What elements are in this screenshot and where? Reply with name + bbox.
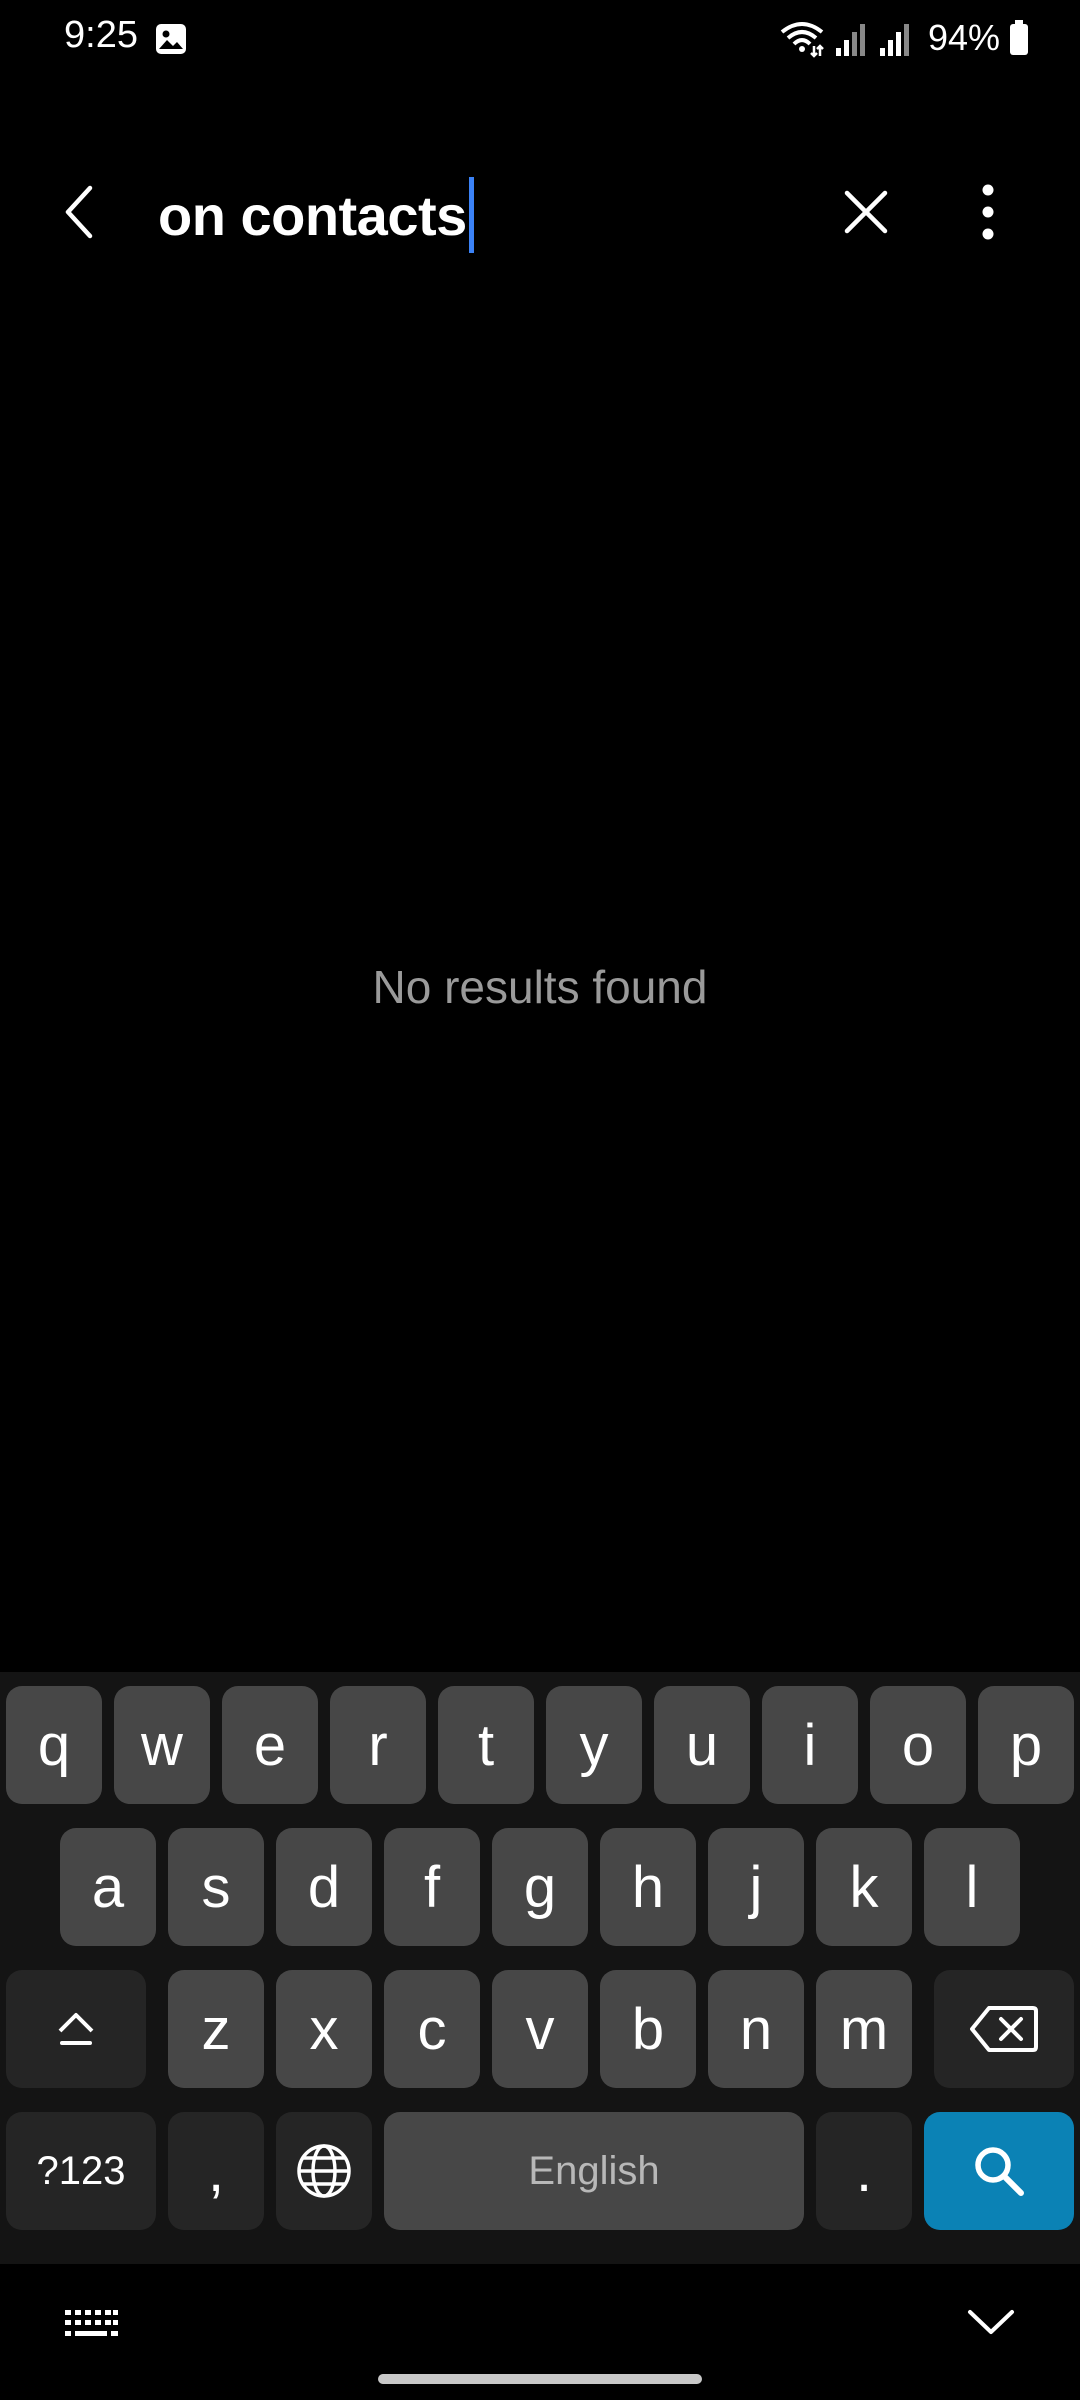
home-indicator[interactable]: [378, 2374, 702, 2384]
key-label: n: [739, 1996, 773, 2062]
key-k[interactable]: k: [816, 1828, 912, 1946]
key-u[interactable]: u: [654, 1686, 750, 1804]
key-l[interactable]: l: [924, 1828, 1020, 1946]
key-r[interactable]: r: [330, 1686, 426, 1804]
key-label: t: [477, 1712, 495, 1778]
key-d[interactable]: d: [276, 1828, 372, 1946]
symbols-label: ?123: [36, 2148, 126, 2193]
key-label: s: [201, 1854, 231, 1920]
wifi-icon: [780, 22, 824, 58]
key-v[interactable]: v: [492, 1970, 588, 2088]
key-label: o: [901, 1712, 935, 1778]
key-label: l: [965, 1854, 979, 1920]
key-e[interactable]: e: [222, 1686, 318, 1804]
key-x[interactable]: x: [276, 1970, 372, 2088]
key-label: f: [423, 1854, 441, 1920]
keyboard-switch-button[interactable]: [56, 2294, 126, 2354]
key-a[interactable]: a: [60, 1828, 156, 1946]
key-label: e: [253, 1712, 287, 1778]
search-icon: [975, 2147, 1024, 2196]
search-input[interactable]: on contacts: [158, 170, 798, 260]
key-s[interactable]: s: [168, 1828, 264, 1946]
key-c[interactable]: c: [384, 1970, 480, 2088]
key-label: b: [631, 1996, 665, 2062]
hide-keyboard-button[interactable]: [956, 2292, 1026, 2352]
key-label: i: [803, 1712, 817, 1778]
gallery-icon: [156, 24, 186, 54]
signal-icon: [835, 24, 865, 56]
key-m[interactable]: m: [816, 1970, 912, 2088]
key-label: a: [91, 1854, 125, 1920]
back-button[interactable]: [40, 172, 120, 252]
key-label: g: [523, 1854, 557, 1920]
key-label: x: [309, 1996, 339, 2062]
text-caret: [468, 177, 474, 253]
key-label: v: [525, 1996, 555, 2062]
more-vert-icon: [982, 184, 994, 240]
key-label: z: [201, 1996, 231, 2062]
close-icon: [844, 190, 888, 234]
status-time: 9:25: [64, 14, 138, 56]
chevron-down-icon: [968, 2310, 1014, 2334]
key-label: d: [307, 1854, 341, 1920]
key-label: j: [749, 1854, 763, 1920]
key-h[interactable]: h: [600, 1828, 696, 1946]
screen: 9:25 94% on contacts No results found q …: [0, 0, 1080, 2400]
key-label: y: [579, 1712, 609, 1778]
key-q[interactable]: q: [6, 1686, 102, 1804]
no-results-message: No results found: [372, 961, 708, 1013]
space-label: English: [528, 2148, 660, 2193]
key-label: .: [855, 2138, 873, 2204]
clear-search-button[interactable]: [826, 172, 906, 252]
key-f[interactable]: f: [384, 1828, 480, 1946]
key-n[interactable]: n: [708, 1970, 804, 2088]
period-key[interactable]: .: [816, 2112, 912, 2230]
comma-key[interactable]: ,: [168, 2112, 264, 2230]
key-o[interactable]: o: [870, 1686, 966, 1804]
key-p[interactable]: p: [978, 1686, 1074, 1804]
key-b[interactable]: b: [600, 1970, 696, 2088]
key-z[interactable]: z: [168, 1970, 264, 2088]
space-key[interactable]: English: [384, 2112, 804, 2230]
globe-icon: [297, 2144, 351, 2198]
battery-percentage: 94%: [927, 17, 1000, 58]
key-w[interactable]: w: [114, 1686, 210, 1804]
symbols-key[interactable]: ?123: [6, 2112, 156, 2230]
status-right: 94%: [778, 16, 1030, 60]
key-label: m: [839, 1996, 889, 2062]
key-i[interactable]: i: [762, 1686, 858, 1804]
key-y[interactable]: y: [546, 1686, 642, 1804]
search-header: on contacts: [0, 150, 1080, 280]
shift-key[interactable]: [6, 1970, 146, 2088]
key-label: r: [368, 1712, 388, 1778]
search-input-value: on contacts: [158, 183, 467, 247]
signal-icon: [879, 24, 909, 56]
key-label: w: [141, 1712, 183, 1778]
key-label: u: [685, 1712, 719, 1778]
language-key[interactable]: [276, 2112, 372, 2230]
key-label: c: [417, 1996, 447, 2062]
key-g[interactable]: g: [492, 1828, 588, 1946]
key-label: p: [1009, 1712, 1043, 1778]
backspace-icon: [970, 2006, 1038, 2052]
key-label: q: [37, 1712, 71, 1778]
key-j[interactable]: j: [708, 1828, 804, 1946]
battery-icon: [1010, 20, 1028, 55]
status-bar: 9:25 94%: [0, 0, 1080, 80]
back-arrow-icon: [65, 185, 93, 239]
more-options-button[interactable]: [948, 172, 1028, 252]
key-label: h: [631, 1854, 665, 1920]
shift-icon: [58, 2013, 94, 2045]
search-key[interactable]: [924, 2112, 1074, 2230]
key-label: ,: [207, 2138, 225, 2204]
key-label: k: [849, 1854, 879, 1920]
backspace-key[interactable]: [934, 1970, 1074, 2088]
key-t[interactable]: t: [438, 1686, 534, 1804]
keyboard-switch-icon: [65, 2310, 118, 2336]
